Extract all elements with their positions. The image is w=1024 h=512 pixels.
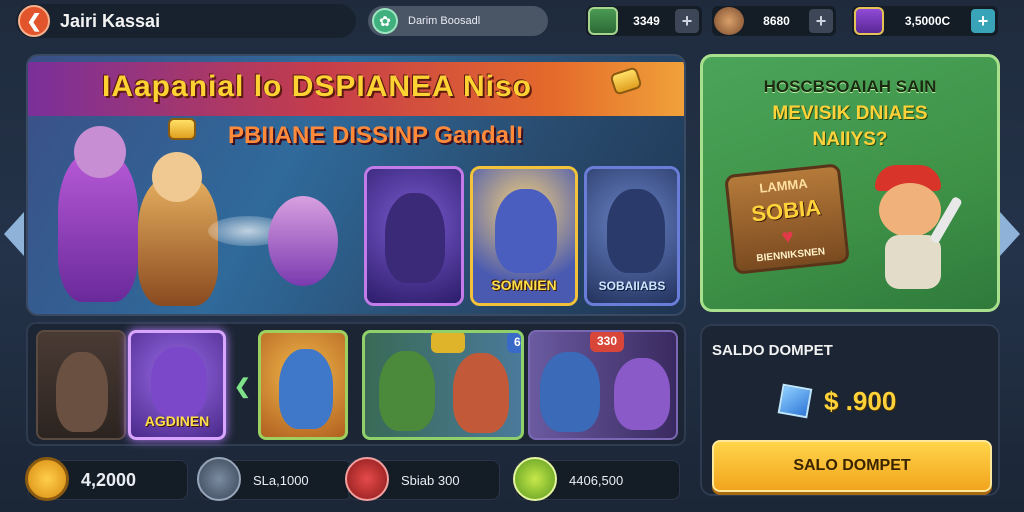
wallet-title: SALDO DOMPET xyxy=(712,342,833,359)
character-card[interactable]: 630 xyxy=(362,330,524,440)
heart-icon: ♥ xyxy=(780,225,795,249)
card-label: SOMNIEN xyxy=(491,277,557,293)
stat-leaf[interactable]: 4406,500 xyxy=(513,457,680,501)
knight-figure xyxy=(453,353,509,433)
promo-heading: HOSCBSOAIAH SAIN xyxy=(763,77,937,96)
stat-coins[interactable]: 4,2000 xyxy=(25,457,188,501)
currency-cash: 3349 + xyxy=(586,6,702,36)
wallet-button[interactable]: SALO DOMPET xyxy=(712,440,992,492)
top-bar: ❮ Jairi Kassai ✿ Darim Boosadl 3349 + 86… xyxy=(0,0,1024,44)
miner-figure xyxy=(279,349,333,429)
hero-head xyxy=(152,152,202,202)
card-label: SOBAIIABS xyxy=(598,279,666,293)
stat-value: SLa,1000 xyxy=(253,472,309,488)
promo-sign: LAMMA SOBIA ♥ BIENNIKSNEN xyxy=(724,163,850,275)
mascot-character xyxy=(871,165,963,295)
goblin-figure xyxy=(379,351,435,431)
currency-gem: 3,5000C + xyxy=(852,6,998,36)
carousel-next-button[interactable] xyxy=(1000,212,1020,256)
back-button[interactable]: ❮ xyxy=(18,5,50,37)
coin-icon xyxy=(168,118,196,140)
wallet-amount: $ .900 xyxy=(824,386,897,416)
badge: 630 xyxy=(507,333,521,353)
stat-value: Sbiab 300 xyxy=(401,472,460,488)
stat-value: 4,2000 xyxy=(81,469,137,490)
add-cash-button[interactable]: + xyxy=(675,9,699,33)
coin-icon xyxy=(25,457,69,501)
title-bar: ❮ Jairi Kassai xyxy=(16,4,356,38)
cash-icon xyxy=(588,7,618,35)
wallet-panel: SALDO DOMPET $ .900 SALO DOMPET xyxy=(700,324,1000,496)
monster-figure xyxy=(607,189,665,273)
promo-question: NAIIYS? xyxy=(812,129,888,150)
mascot-body xyxy=(885,235,941,289)
promo-subheading: MEVISIK DNIAES xyxy=(772,103,928,124)
flying-character xyxy=(268,196,338,286)
hero-head xyxy=(74,126,126,178)
stat-value: 4406,500 xyxy=(569,472,624,488)
hero-card[interactable]: SOMNIEN xyxy=(470,166,578,306)
currency-value: 3,5000C xyxy=(904,14,951,28)
status-text: Darim Boosadl xyxy=(408,15,481,27)
banner-title: IAapanial lo DSPIANEA Niso xyxy=(102,70,532,103)
character-card-selected[interactable]: AGDINEN xyxy=(128,330,226,440)
event-banner[interactable]: IAapanial lo DSPIANEA Niso PBIIANE DISSI… xyxy=(26,54,686,316)
chest-icon xyxy=(714,7,744,35)
stat-apple[interactable]: Sbiab 300 xyxy=(345,457,500,501)
monster-figure xyxy=(495,189,557,273)
currency-chest: 8680 + xyxy=(712,6,836,36)
carousel-prev-button[interactable] xyxy=(4,212,24,256)
promo-panel[interactable]: HOSCBSOAIAH SAIN MEVISIK DNIAES NAIIYS? … xyxy=(700,54,1000,312)
character-card[interactable]: 330 xyxy=(528,330,678,440)
wolf-figure xyxy=(56,352,108,432)
badge: 330 xyxy=(590,332,624,352)
currency-value: 3349 xyxy=(633,14,660,28)
pirate-figure xyxy=(540,352,600,432)
monster-figure xyxy=(151,347,207,417)
hero-card[interactable]: SOBAIIABS xyxy=(584,166,680,306)
sign-title: SOBIA xyxy=(750,194,823,227)
currency-value: 8680 xyxy=(763,14,790,28)
game-title: Jairi Kassai xyxy=(60,10,161,31)
leaf-icon xyxy=(513,457,557,501)
chevron-left-icon: ❮ xyxy=(26,10,42,31)
hero-card[interactable] xyxy=(364,166,464,306)
apple-icon xyxy=(345,457,389,501)
monster-figure xyxy=(385,193,445,283)
mascot-face xyxy=(879,183,941,237)
character-card[interactable] xyxy=(258,330,348,440)
add-gem-button[interactable]: + xyxy=(971,9,995,33)
shadow-figure xyxy=(614,358,670,430)
globe-icon: ✿ xyxy=(372,8,398,34)
gem-cube-icon xyxy=(777,383,813,419)
add-chest-button[interactable]: + xyxy=(809,9,833,33)
chevron-left-icon[interactable]: ❮ xyxy=(234,374,251,399)
status-pill[interactable]: ✿ Darim Boosadl xyxy=(368,6,548,36)
character-cards-row: AGDINEN ❮ 630 330 xyxy=(26,322,686,446)
stat-timer[interactable]: SLa,1000 xyxy=(197,457,352,501)
banner-subtitle: PBIIANE DISSINP Gandal! xyxy=(228,122,524,149)
gem-icon xyxy=(854,7,884,35)
card-label: AGDINEN xyxy=(144,413,210,429)
character-card[interactable] xyxy=(36,330,126,440)
timer-icon xyxy=(197,457,241,501)
badge xyxy=(431,333,465,353)
